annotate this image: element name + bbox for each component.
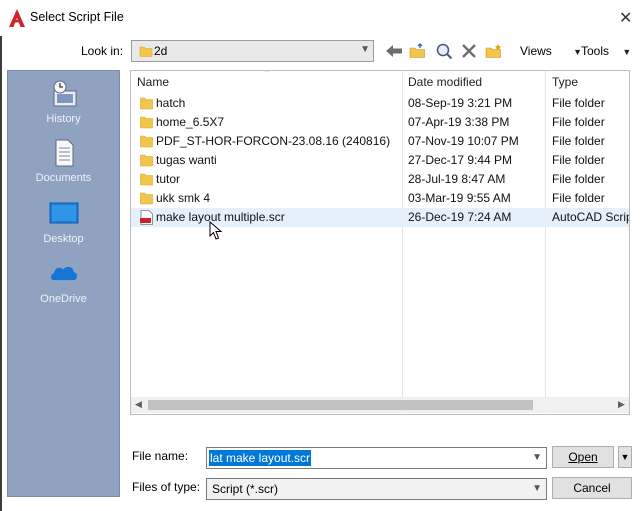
- place-history[interactable]: History: [8, 79, 119, 125]
- up-folder-button[interactable]: [408, 42, 428, 60]
- open-label: Open: [568, 450, 598, 464]
- title-bar: Select Script File ✕: [0, 0, 643, 36]
- views-button[interactable]: Views ▼: [520, 44, 582, 58]
- close-button[interactable]: ✕: [619, 8, 632, 28]
- folder-icon: [140, 192, 153, 205]
- scroll-right-icon[interactable]: ▶: [618, 399, 625, 410]
- folder-icon: [140, 154, 153, 167]
- file-name-value: lat make layout.scr: [209, 450, 312, 466]
- up-folder-icon: [409, 43, 425, 58]
- documents-icon: [55, 139, 73, 167]
- tools-label: Tools: [581, 44, 610, 58]
- place-label: Documents: [35, 172, 92, 184]
- autocad-logo-icon: [9, 9, 25, 27]
- new-folder-button[interactable]: [484, 42, 504, 60]
- file-name: ukk smk 4: [156, 191, 211, 205]
- file-type: File folder: [552, 153, 605, 167]
- folder-icon: [140, 135, 153, 148]
- search-web-button[interactable]: [434, 42, 454, 60]
- places-bar: History Documents Desktop OneDrive: [7, 70, 120, 497]
- column-header-type[interactable]: Type: [552, 75, 578, 89]
- column-header-date[interactable]: Date modified: [408, 75, 482, 89]
- delete-button[interactable]: [459, 42, 479, 60]
- file-type: File folder: [552, 96, 605, 110]
- file-name: tutor: [156, 172, 181, 186]
- place-label: History: [46, 113, 81, 125]
- look-in-value: 2d: [154, 44, 168, 58]
- file-date: 26-Dec-19 7:24 AM: [408, 210, 512, 224]
- delete-x-icon: [462, 44, 476, 58]
- search-icon: [436, 43, 453, 60]
- file-date: 03-Mar-19 9:55 AM: [408, 191, 511, 205]
- tools-caret-icon: ▼: [622, 47, 632, 57]
- file-name: hatch: [156, 96, 186, 110]
- look-in-label: Look in:: [81, 44, 124, 58]
- tools-button[interactable]: Tools ▼: [581, 44, 631, 58]
- file-row[interactable]: hatch 08-Sep-19 3:21 PM File folder: [131, 94, 629, 113]
- file-date: 08-Sep-19 3:21 PM: [408, 96, 513, 110]
- file-type: File folder: [552, 134, 605, 148]
- place-desktop[interactable]: Desktop: [8, 199, 119, 245]
- file-row-selected[interactable]: make layout multiple.scr 26-Dec-19 7:24 …: [131, 208, 629, 227]
- file-date: 07-Nov-19 10:07 PM: [408, 134, 519, 148]
- chevron-down-icon[interactable]: ▼: [532, 452, 542, 463]
- horizontal-scrollbar[interactable]: ◀ ▶: [131, 397, 629, 413]
- window-title: Select Script File: [30, 10, 124, 24]
- folder-icon: [140, 173, 153, 186]
- place-label: OneDrive: [40, 293, 87, 305]
- mouse-cursor-icon: [209, 221, 223, 240]
- script-file-icon: [140, 210, 153, 225]
- file-name-label: File name:: [132, 449, 189, 463]
- file-row[interactable]: home_6.5X7 07-Apr-19 3:38 PM File folder: [131, 113, 629, 132]
- files-of-type-value: Script (*.scr): [212, 482, 278, 496]
- scrollbar-thumb[interactable]: [148, 400, 533, 410]
- file-name-input[interactable]: lat make layout.scr ▼: [206, 447, 547, 469]
- window-left-border: [0, 0, 2, 511]
- scroll-left-icon[interactable]: ◀: [135, 399, 142, 410]
- folder-icon: [140, 116, 153, 129]
- onedrive-icon: [50, 266, 77, 281]
- look-in-combo[interactable]: 2d ▼: [131, 40, 374, 62]
- history-icon: [53, 80, 76, 107]
- file-row[interactable]: ukk smk 4 03-Mar-19 9:55 AM File folder: [131, 189, 629, 208]
- open-button[interactable]: Open: [552, 446, 614, 468]
- cancel-label: Cancel: [573, 481, 611, 495]
- file-type: File folder: [552, 172, 605, 186]
- file-date: 28-Jul-19 8:47 AM: [408, 172, 506, 186]
- file-type: File folder: [552, 191, 605, 205]
- cancel-button[interactable]: Cancel: [552, 477, 632, 499]
- desktop-icon: [49, 202, 78, 224]
- file-name: PDF_ST-HOR-FORCON-23.08.16 (240816): [156, 134, 391, 148]
- chevron-down-icon: ▼: [532, 483, 542, 494]
- file-row[interactable]: tugas wanti 27-Dec-17 9:44 PM File folde…: [131, 151, 629, 170]
- files-of-type-select[interactable]: Script (*.scr) ▼: [206, 478, 547, 500]
- file-type: AutoCAD Script: [552, 210, 630, 224]
- file-list[interactable]: Name ⌃ Date modified Type hatch 08-Sep-1…: [130, 70, 630, 415]
- file-name: tugas wanti: [156, 153, 217, 167]
- files-of-type-label: Files of type:: [132, 480, 201, 494]
- chevron-down-icon: ▼: [360, 44, 370, 55]
- folder-icon: [139, 46, 153, 57]
- folder-icon: [140, 97, 153, 110]
- file-name: home_6.5X7: [156, 115, 225, 129]
- views-label: Views: [520, 44, 552, 58]
- column-header-name[interactable]: Name: [137, 75, 169, 89]
- back-arrow-icon: [386, 45, 402, 57]
- sort-up-icon: ⌃: [263, 70, 271, 78]
- chevron-down-icon: ▼: [620, 452, 630, 462]
- place-onedrive[interactable]: OneDrive: [8, 259, 119, 305]
- place-documents[interactable]: Documents: [8, 138, 119, 184]
- back-button[interactable]: [384, 42, 404, 60]
- place-label: Desktop: [43, 233, 84, 245]
- file-date: 27-Dec-17 9:44 PM: [408, 153, 513, 167]
- file-date: 07-Apr-19 3:38 PM: [408, 115, 510, 129]
- open-options-button[interactable]: ▼: [618, 446, 632, 468]
- file-type: File folder: [552, 115, 605, 129]
- file-row[interactable]: tutor 28-Jul-19 8:47 AM File folder: [131, 170, 629, 189]
- new-folder-icon: [485, 44, 501, 58]
- file-row[interactable]: PDF_ST-HOR-FORCON-23.08.16 (240816) 07-N…: [131, 132, 629, 151]
